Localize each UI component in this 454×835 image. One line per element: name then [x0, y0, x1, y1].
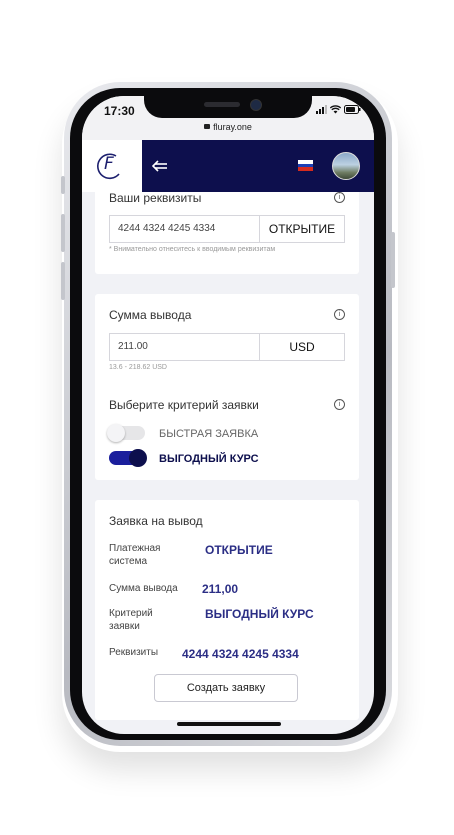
bank-selector[interactable]: ОТКРЫТИЕ — [260, 216, 344, 242]
criteria-value: ВЫГОДНЫЙ КУРС — [205, 607, 314, 621]
toggle-knob — [107, 424, 125, 442]
phone-screen: 17:30 fluray.one F Ваши реквизиты i 4244… — [82, 96, 374, 734]
card-number-input[interactable]: 4244 4324 4245 4334 — [110, 216, 260, 242]
currency-selector[interactable]: USD — [260, 334, 344, 360]
criteria-label: Критерий заявки — [109, 607, 153, 633]
requisites-label: Реквизиты — [109, 647, 159, 658]
info-icon[interactable]: i — [334, 399, 345, 410]
browser-url-bar[interactable]: fluray.one — [82, 122, 374, 132]
best-rate-label: ВЫГОДНЫЙ КУРС — [159, 453, 259, 465]
battery-icon — [344, 105, 361, 114]
fast-request-label: БЫСТРАЯ ЗАЯВКА — [159, 428, 259, 440]
amount-label: Сумма вывода — [109, 583, 178, 594]
payment-system-label-line1: Платежная — [109, 543, 161, 554]
summary-card: Заявка на вывод Платежная система ОТКРЫТ… — [95, 500, 359, 720]
amount-input[interactable]: 211.00 — [110, 334, 260, 360]
info-icon[interactable]: i — [334, 309, 345, 320]
requisites-value: 4244 4324 4245 4334 — [182, 647, 299, 661]
phone-volume-up-button — [61, 214, 65, 252]
status-icons — [316, 105, 361, 114]
logo-letter: F — [104, 154, 114, 174]
back-arrow-icon[interactable] — [152, 160, 168, 172]
requisites-hint: * Внимательно отнеситесь к вводимым рекв… — [109, 246, 276, 253]
requisites-card: Ваши реквизиты i 4244 4324 4245 4334 ОТК… — [95, 192, 359, 274]
app-header: F — [82, 140, 374, 192]
logo[interactable]: F — [82, 140, 142, 192]
info-icon[interactable]: i — [334, 192, 345, 203]
front-camera — [250, 99, 262, 111]
phone-side-button — [61, 176, 65, 194]
amount-input-row: 211.00 USD — [109, 333, 345, 361]
main-content: Ваши реквизиты i 4244 4324 4245 4334 ОТК… — [82, 192, 374, 734]
amount-value: 211,00 — [202, 582, 239, 596]
payment-system-label-line2: система — [109, 556, 148, 567]
requisites-input-row: 4244 4324 4245 4334 ОТКРЫТИЕ — [109, 215, 345, 243]
criteria-label-line2: заявки — [109, 621, 140, 632]
criteria-label-line1: Критерий — [109, 608, 153, 619]
status-time: 17:30 — [104, 104, 135, 118]
criteria-title: Выберите критерий заявки — [109, 398, 259, 412]
phone-volume-down-button — [61, 262, 65, 300]
home-indicator[interactable] — [177, 722, 281, 726]
toggle-knob — [129, 449, 147, 467]
phone-power-button — [391, 232, 395, 288]
user-avatar[interactable] — [332, 152, 360, 180]
requisites-title: Ваши реквизиты — [109, 192, 202, 205]
wifi-icon — [330, 105, 341, 114]
create-request-button[interactable]: Создать заявку — [154, 674, 298, 702]
summary-title: Заявка на вывод — [109, 514, 203, 528]
speaker-grille — [204, 102, 240, 107]
russia-flag-icon[interactable] — [298, 160, 313, 171]
url-text: fluray.one — [213, 122, 252, 132]
payment-system-value: ОТКРЫТИЕ — [205, 543, 273, 557]
payment-system-label: Платежная система — [109, 542, 160, 568]
signal-icon — [316, 105, 327, 114]
fast-request-toggle[interactable] — [107, 424, 145, 442]
best-rate-toggle[interactable] — [109, 449, 147, 467]
amount-title: Сумма вывода — [109, 308, 192, 322]
lock-icon — [204, 124, 211, 130]
amount-card: Сумма вывода i 211.00 USD 13.6 - 218.62 … — [95, 294, 359, 480]
amount-range-hint: 13.6 - 218.62 USD — [109, 364, 167, 371]
phone-notch — [144, 96, 312, 118]
